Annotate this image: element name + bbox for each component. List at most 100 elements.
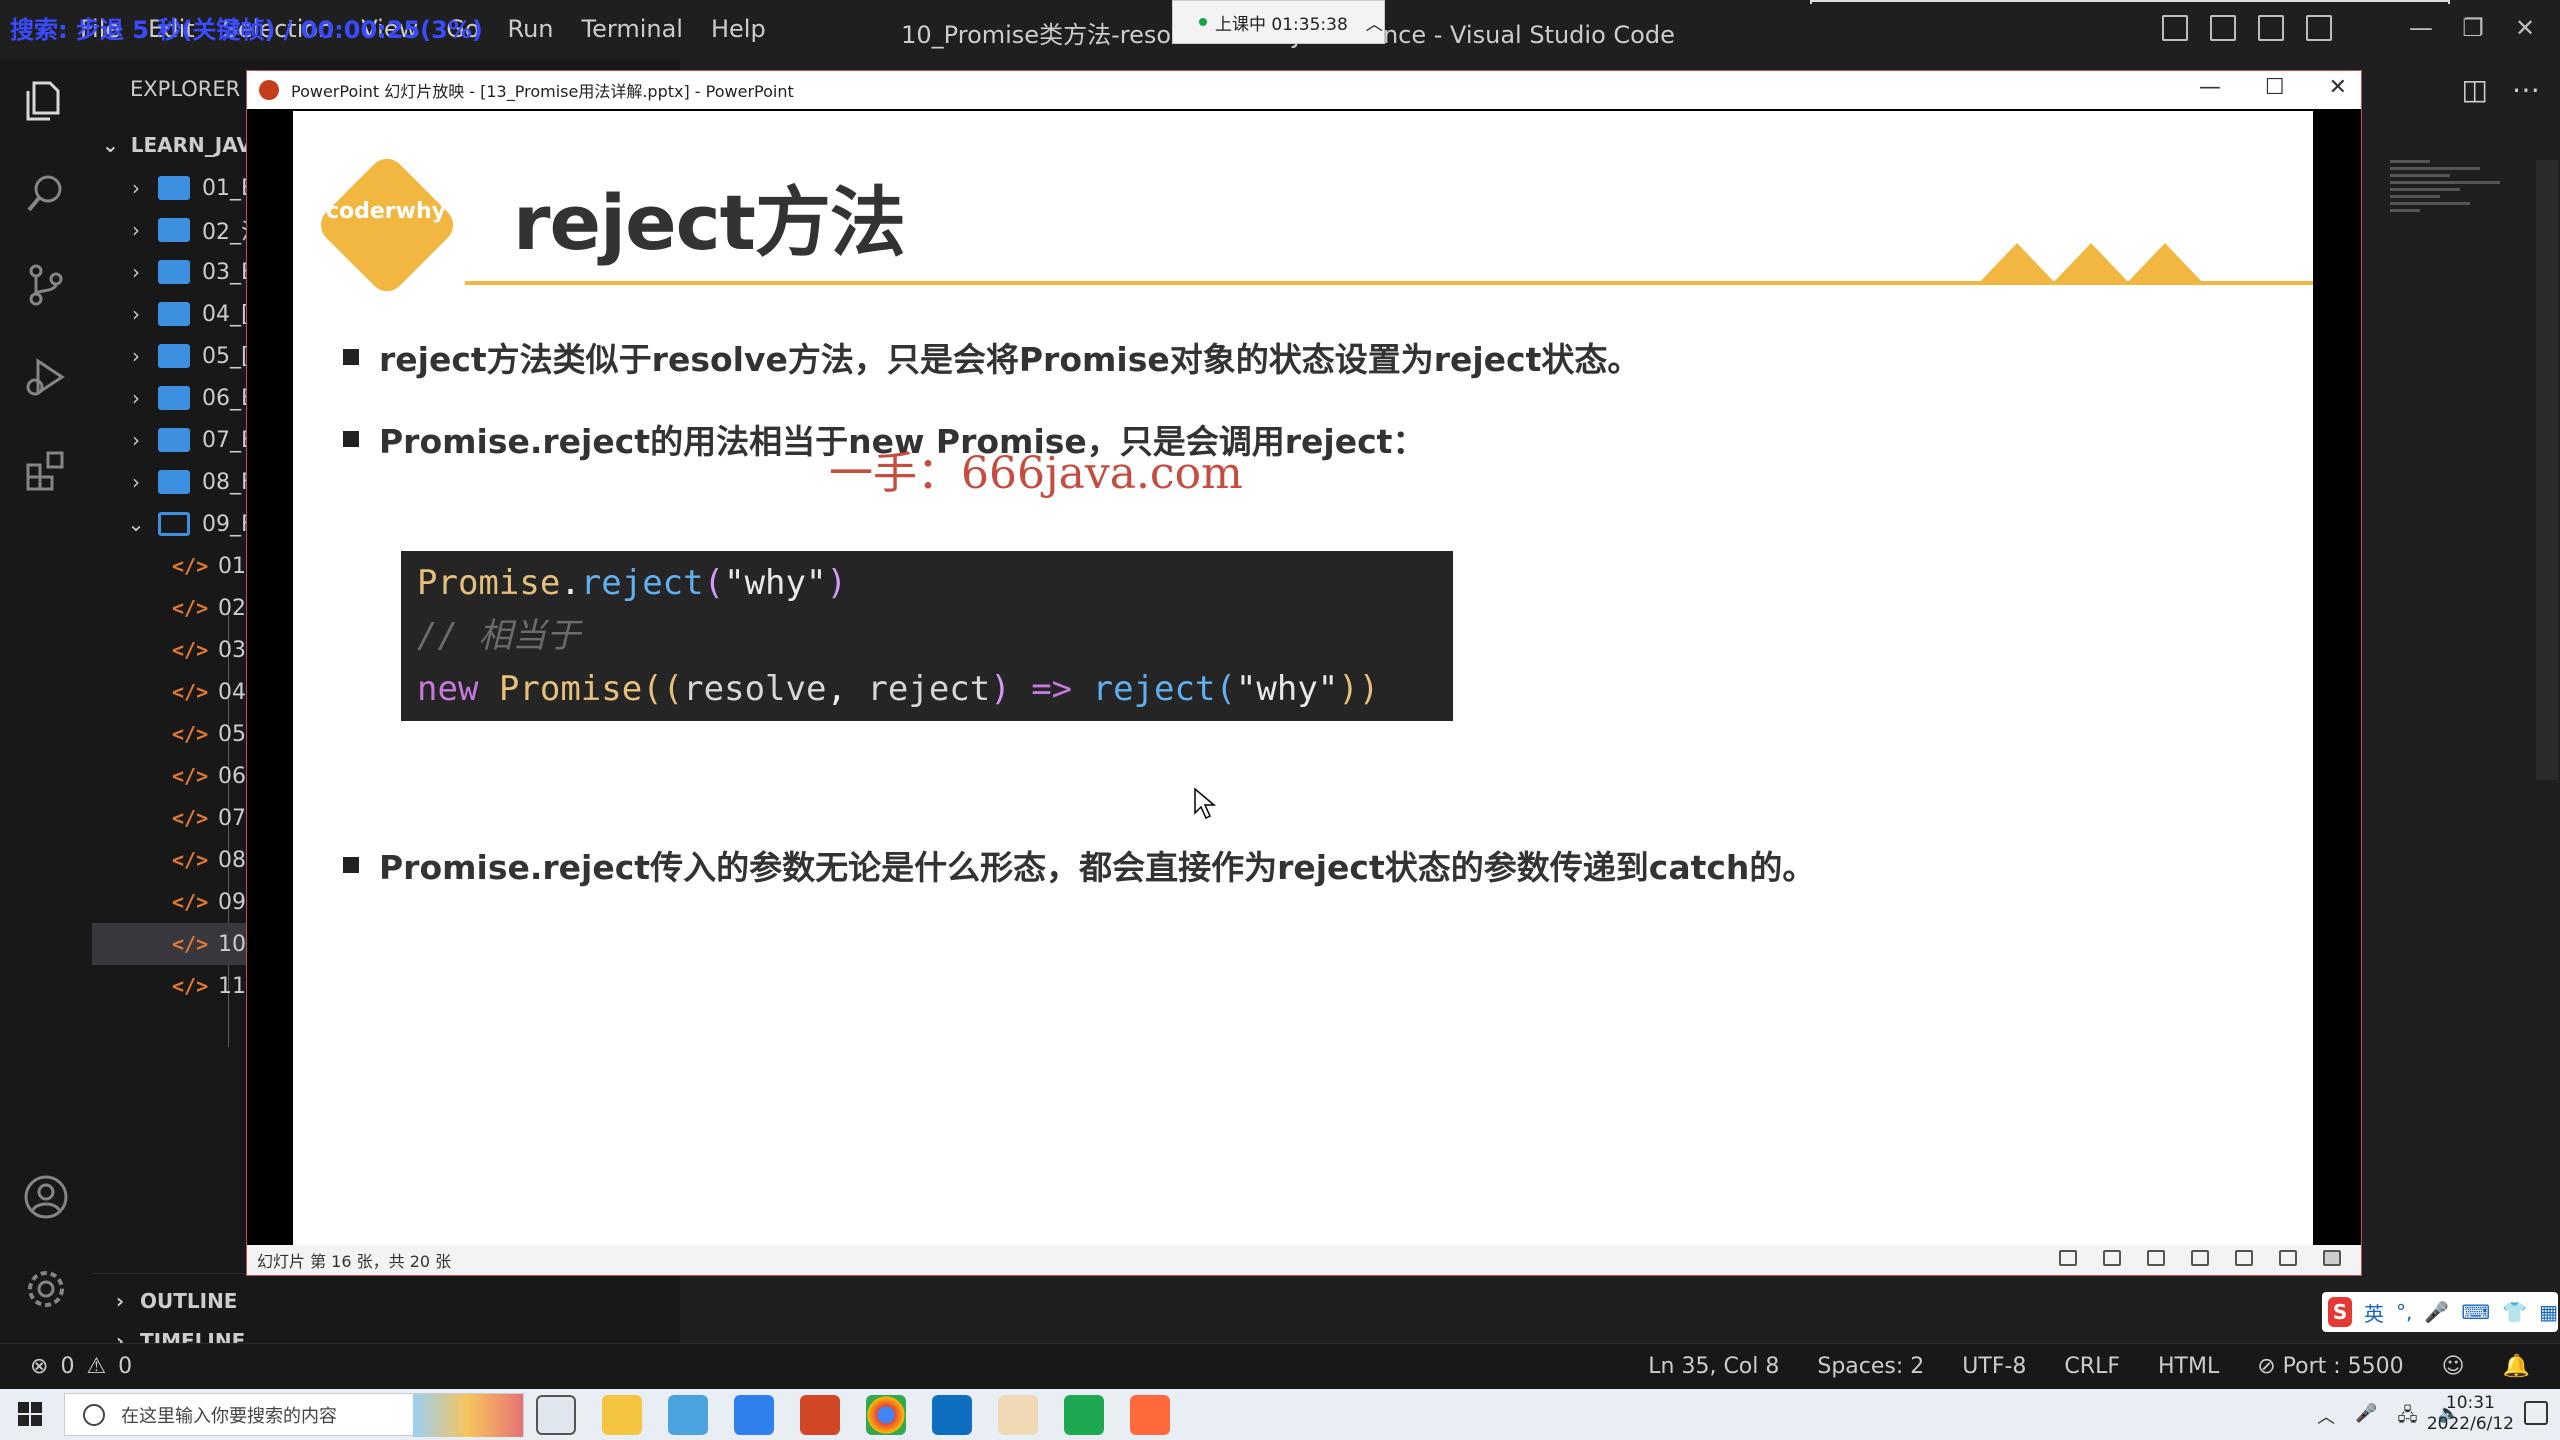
feedback-icon[interactable]: ☺ <box>2442 1354 2465 1379</box>
close-icon[interactable]: ✕ <box>2329 75 2347 100</box>
extensions-icon[interactable] <box>22 445 70 493</box>
live-server-port[interactable]: ⊘ Port : 5500 <box>2257 1354 2403 1379</box>
clock-time: 10:31 <box>2445 1393 2495 1413</box>
keyboard-icon[interactable]: ⌨ <box>2461 1300 2490 1324</box>
slide-menu-icon[interactable] <box>2103 1250 2121 1266</box>
html-file-icon: </> <box>172 554 209 578</box>
normal-view-icon[interactable] <box>2191 1250 2209 1266</box>
slide-counter: 幻灯片 第 16 张，共 20 张 <box>257 1252 452 1271</box>
bullet-square-icon <box>343 857 359 873</box>
language-mode[interactable]: HTML <box>2158 1354 2219 1379</box>
chevron-right-icon: › <box>132 428 140 452</box>
chevron-right-icon: › <box>132 218 140 242</box>
chevron-right-icon: › <box>132 470 140 494</box>
ime-language[interactable]: 英 <box>2364 1298 2384 1327</box>
run-debug-icon[interactable] <box>22 353 70 401</box>
reading-view-icon[interactable] <box>2279 1250 2297 1266</box>
maximize-icon[interactable]: ☐ <box>2265 75 2285 100</box>
bullet-square-icon <box>343 349 359 365</box>
more-actions-icon[interactable]: ⋯ <box>2512 73 2540 106</box>
minimize-icon[interactable]: — <box>2406 14 2436 42</box>
outline-section[interactable]: › OUTLINE <box>92 1281 680 1321</box>
taskbar-search-box[interactable]: 在这里输入你要搜索的内容 <box>64 1393 524 1437</box>
notifications-bell-icon[interactable]: 🔔 <box>2503 1354 2530 1379</box>
warning-count: 0 <box>118 1354 133 1379</box>
slideshow-view-icon[interactable] <box>2323 1250 2341 1266</box>
titlebar-controls: — ❐ ✕ <box>2162 14 2540 42</box>
next-slide-icon[interactable] <box>2147 1250 2165 1266</box>
minimap[interactable] <box>2390 160 2520 270</box>
menu-terminal[interactable]: Terminal <box>582 15 683 43</box>
toggle-primary-sidebar-icon[interactable] <box>2162 15 2188 41</box>
indentation[interactable]: Spaces: 2 <box>1817 1354 1924 1379</box>
html-file-icon: </> <box>172 806 209 830</box>
code-block: Promise.reject("why") // 相当于 new Promise… <box>401 551 1453 721</box>
problems-indicator[interactable]: ⊗ 0 ⚠ 0 <box>30 1354 132 1379</box>
avatar-app-icon[interactable] <box>998 1395 1038 1435</box>
menu-help[interactable]: Help <box>711 15 766 43</box>
customize-layout-icon[interactable] <box>2306 15 2332 41</box>
explorer-header: EXPLORER <box>130 77 241 101</box>
slide-sorter-icon[interactable] <box>2235 1250 2253 1266</box>
network-icon[interactable]: 🖧 <box>2398 1403 2418 1433</box>
menu-run[interactable]: Run <box>508 15 554 43</box>
tray-expand-icon[interactable]: ︿ <box>2317 1403 2335 1433</box>
previous-slide-icon[interactable] <box>2059 1250 2077 1266</box>
settings-gear-icon[interactable] <box>22 1265 70 1313</box>
microphone-icon[interactable]: 🎤 <box>2355 1403 2377 1433</box>
toggle-secondary-sidebar-icon[interactable] <box>2258 15 2284 41</box>
vscode-icon[interactable] <box>932 1395 972 1435</box>
source-control-icon[interactable] <box>22 261 70 309</box>
task-view-icon[interactable] <box>536 1395 576 1435</box>
windows-start-icon[interactable] <box>18 1402 42 1426</box>
watermark: 一手：666java.com <box>829 448 1243 499</box>
bullet-item: Promise.reject传入的参数无论是什么形态，都会直接作为reject状… <box>343 841 1815 889</box>
html-file-icon: </> <box>172 722 209 746</box>
powerpoint-app-icon[interactable] <box>800 1395 840 1435</box>
editor-actions: ◫ ⋯ <box>2462 73 2540 106</box>
cloud-sync-app-icon[interactable] <box>668 1395 708 1435</box>
html-file-icon: </> <box>172 680 209 704</box>
chevron-right-icon: › <box>132 386 140 410</box>
feishu-app-icon[interactable] <box>734 1395 774 1435</box>
slide-title: reject方法 <box>513 178 906 267</box>
split-editor-icon[interactable]: ◫ <box>2462 73 2488 106</box>
line-ending[interactable]: CRLF <box>2064 1354 2120 1379</box>
editor-scrollbar[interactable] <box>2536 160 2558 780</box>
slide: coderwhy reject方法 reject方法类似于resolve方法，只… <box>293 111 2313 1245</box>
explorer-icon[interactable] <box>22 77 70 125</box>
skin-icon[interactable]: 👕 <box>2502 1300 2527 1324</box>
toggle-panel-icon[interactable] <box>2210 15 2236 41</box>
file-explorer-icon[interactable] <box>602 1395 642 1435</box>
chevron-up-icon[interactable]: ︿ <box>1366 10 1383 35</box>
cursor-position[interactable]: Ln 35, Col 8 <box>1648 1354 1779 1379</box>
bullet-square-icon <box>343 431 359 447</box>
chrome-icon[interactable] <box>866 1395 906 1435</box>
powerpoint-logo-icon <box>259 80 279 100</box>
close-icon[interactable]: ✕ <box>2510 14 2540 42</box>
camtasia-green-icon[interactable] <box>1064 1395 1104 1435</box>
encoding[interactable]: UTF-8 <box>1962 1354 2026 1379</box>
minimize-icon[interactable]: — <box>2199 75 2221 100</box>
chevron-right-icon: › <box>132 260 140 284</box>
no-entry-icon: ⊘ <box>2257 1354 2283 1379</box>
folder-icon <box>158 386 190 410</box>
activity-bar <box>0 59 92 1356</box>
vscode-statusbar: ⊗ 0 ⚠ 0 Ln 35, Col 8 Spaces: 2 UTF-8 CRL… <box>0 1343 2560 1389</box>
recording-indicator[interactable]: 上课中 01:35:38 ︿ <box>1172 0 1385 44</box>
powerpoint-window-controls: — ☐ ✕ <box>2199 75 2347 100</box>
ime-toolbar[interactable]: S 英 °, 🎤 ⌨ 👕 ▦ <box>2322 1292 2558 1332</box>
powerpoint-window: PowerPoint 幻灯片放映 - [13_Promise用法详解.pptx]… <box>246 70 2362 1276</box>
restore-icon[interactable]: ❐ <box>2458 14 2488 42</box>
taskbar-clock[interactable]: 10:31 2022/6/12 <box>2427 1393 2514 1435</box>
code-comment: // 相当于 <box>417 616 581 656</box>
punctuation-icon[interactable]: °, <box>2396 1300 2412 1324</box>
toolbox-icon[interactable]: ▦ <box>2539 1300 2558 1324</box>
microphone-icon[interactable]: 🎤 <box>2424 1300 2449 1324</box>
action-center-icon[interactable] <box>2524 1401 2548 1425</box>
camtasia-orange-icon[interactable] <box>1130 1395 1170 1435</box>
search-icon[interactable] <box>22 169 70 217</box>
folder-icon <box>158 428 190 452</box>
mountain-decoration <box>1977 243 2205 285</box>
account-icon[interactable] <box>22 1173 70 1221</box>
